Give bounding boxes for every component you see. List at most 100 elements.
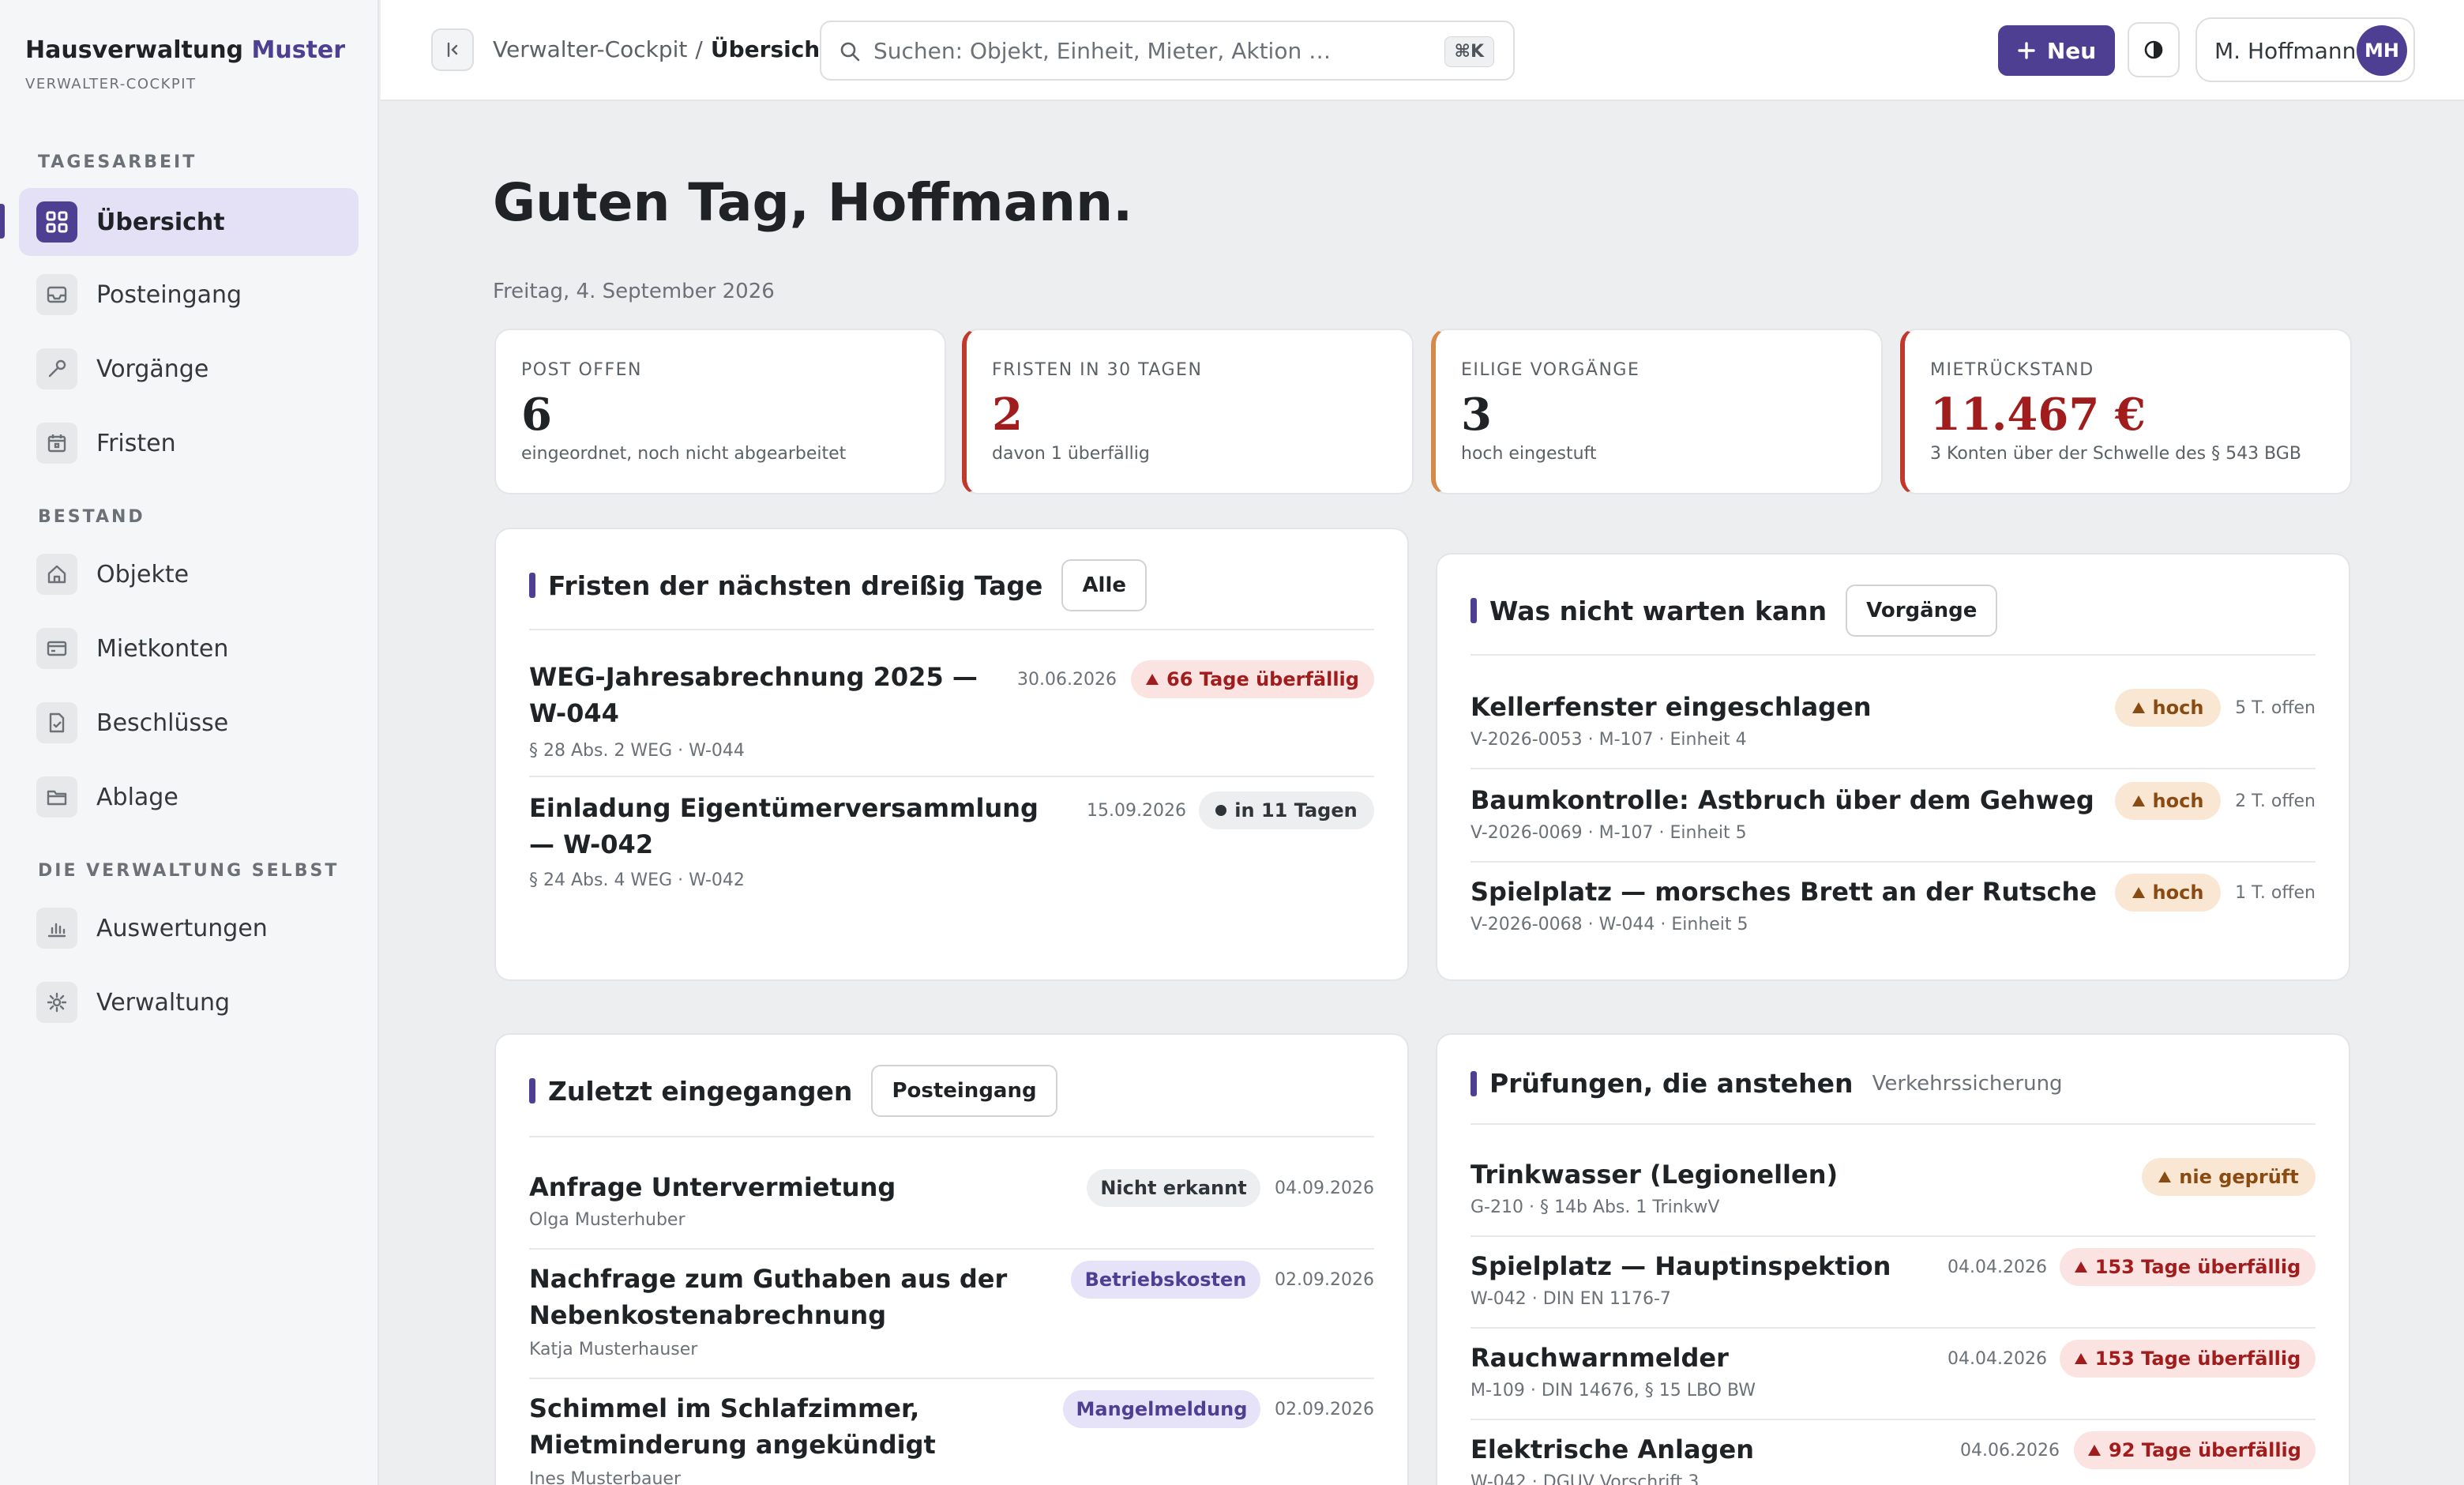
list-item[interactable]: Anfrage Untervermietung Olga Musterhuber… xyxy=(529,1169,1374,1261)
warning-icon xyxy=(2132,702,2145,713)
active-indicator xyxy=(0,204,5,239)
badge-label: 153 Tage überfällig xyxy=(2094,1348,2301,1370)
new-button[interactable]: Neu xyxy=(1998,25,2115,76)
priority-badge: hoch xyxy=(2115,782,2221,820)
row-title: Einladung Eigentümerversammlung — W-042 xyxy=(529,793,1039,859)
sidebar-item-label: Verwaltung xyxy=(96,988,231,1017)
warning-icon xyxy=(2088,1445,2102,1456)
sidebar-item-beschluesse[interactable]: Beschlüsse xyxy=(19,689,359,757)
row-separator xyxy=(1471,1235,2316,1237)
row-subtitle: § 28 Abs. 2 WEG · W-044 xyxy=(529,741,745,761)
breadcrumb-parent[interactable]: Verwalter-Cockpit xyxy=(493,36,687,62)
stat-value: 11.467 € xyxy=(1930,389,2146,441)
stat-card-mietrueckstand[interactable]: MIETRÜCKSTAND 11.467 € 3 Konten über der… xyxy=(1900,329,2352,494)
sidebar-item-verwaltung[interactable]: Verwaltung xyxy=(19,968,359,1036)
row-subtitle: Katja Musterhauser xyxy=(529,1340,698,1359)
brand-title: Hausverwaltung Muster xyxy=(25,36,345,64)
card-title: Fristen der nächsten dreißig Tage xyxy=(548,570,1043,601)
theme-toggle-button[interactable] xyxy=(2128,22,2180,77)
badge-label: 66 Tage überfällig xyxy=(1166,668,1359,690)
section-title-bestand: BESTAND xyxy=(38,507,145,527)
top-bar: Verwalter-Cockpit / Übersicht Suchen: Obje… xyxy=(381,0,2464,101)
category-badge: Betriebskosten xyxy=(1071,1261,1260,1299)
collapse-sidebar-button[interactable] xyxy=(431,28,474,71)
gear-icon xyxy=(35,982,79,1023)
sidebar-item-objekte[interactable]: Objekte xyxy=(19,540,359,608)
current-date: Freitag, 4. September 2026 xyxy=(493,280,775,303)
list-item[interactable]: Spielplatz — Hauptinspektion W-042 · DIN… xyxy=(1471,1248,2316,1340)
sidebar-item-fristen[interactable]: Fristen xyxy=(19,409,359,477)
row-title: Elektrische Anlagen xyxy=(1471,1434,1754,1464)
sidebar-item-label: Posteingang xyxy=(96,280,242,309)
sidebar-item-mietkonten[interactable]: Mietkonten xyxy=(19,615,359,682)
calendar-icon xyxy=(35,423,79,464)
status-badge: nie geprüft xyxy=(2142,1158,2316,1196)
deadlines-card: Fristen der nächsten dreißig Tage Alle W… xyxy=(494,528,1409,981)
row-title: Rauchwarnmelder xyxy=(1471,1343,1729,1373)
search-icon xyxy=(840,42,860,62)
search-input[interactable]: Suchen: Objekt, Einheit, Mieter, Aktion … xyxy=(820,21,1515,81)
inbox-button[interactable]: Posteingang xyxy=(871,1065,1057,1117)
list-item[interactable]: Elektrische Anlagen W-042 · DGUV Vorschr… xyxy=(1471,1431,2316,1485)
user-menu[interactable]: M. Hoffmann MH xyxy=(2195,17,2415,82)
stat-card-post-offen[interactable]: POST OFFEN 6 eingeordnet, noch nicht abg… xyxy=(494,329,946,494)
card-title: Prüfungen, die anstehen xyxy=(1489,1068,1854,1099)
breadcrumb-current: Übersicht xyxy=(710,36,831,62)
card-accent-bar xyxy=(529,1078,535,1103)
row-subtitle: V-2026-0068 · W-044 · Einheit 5 xyxy=(1471,915,1748,934)
row-title: Kellerfenster eingeschlagen xyxy=(1471,692,1872,722)
all-deadlines-button[interactable]: Alle xyxy=(1061,559,1147,611)
row-subtitle: V-2026-0053 · M-107 · Einheit 4 xyxy=(1471,730,1747,750)
list-item[interactable]: Spielplatz — morsches Brett an der Rutsc… xyxy=(1471,874,2316,953)
sidebar-item-posteingang[interactable]: Posteingang xyxy=(19,261,359,329)
folder-icon xyxy=(35,776,79,818)
sidebar-item-uebersicht[interactable]: Übersicht xyxy=(19,188,359,256)
stat-card-eilige-vorgaenge[interactable]: EILIGE VORGÄNGE 3 hoch eingestuft xyxy=(1431,329,1883,494)
row-age: 5 T. offen xyxy=(2235,698,2316,718)
row-separator xyxy=(1471,768,2316,769)
badge-label: 153 Tage überfällig xyxy=(2094,1256,2301,1278)
list-item[interactable]: Rauchwarnmelder M-109 · DIN 14676, § 15 … xyxy=(1471,1340,2316,1431)
list-item[interactable]: Schimmel im Schlafzimmer, Mietminderung … xyxy=(529,1390,1374,1485)
stat-card-fristen[interactable]: FRISTEN IN 30 TAGEN 2 davon 1 überfällig xyxy=(962,329,1414,494)
avatar: MH xyxy=(2357,25,2407,76)
badge-label: hoch xyxy=(2152,697,2204,719)
plus-icon xyxy=(2018,42,2035,59)
warning-icon xyxy=(2132,887,2145,898)
warning-icon xyxy=(2074,1353,2087,1364)
sidebar: Hausverwaltung Muster VERWALTER-COCKPIT … xyxy=(0,0,379,1485)
priority-badge: hoch xyxy=(2115,874,2221,912)
row-date: 02.09.2026 xyxy=(1275,1400,1374,1419)
bar-chart-icon xyxy=(35,908,79,949)
card-icon xyxy=(35,628,79,669)
sidebar-item-vorgaenge[interactable]: Vorgänge xyxy=(19,335,359,403)
card-header: Was nicht warten kann Vorgänge xyxy=(1471,585,1998,637)
list-item[interactable]: Trinkwasser (Legionellen) G-210 · § 14b … xyxy=(1471,1156,2316,1248)
sidebar-item-auswertungen[interactable]: Auswertungen xyxy=(19,894,359,962)
card-title: Zuletzt eingegangen xyxy=(548,1075,853,1107)
list-item[interactable]: Einladung Eigentümerversammlung — W-042 … xyxy=(529,790,1374,908)
list-item[interactable]: Kellerfenster eingeschlagen V-2026-0053 … xyxy=(1471,689,2316,780)
row-date: 04.09.2026 xyxy=(1275,1179,1374,1198)
divider xyxy=(1471,654,2316,656)
card-accent-bar xyxy=(529,573,535,598)
stat-note: 3 Konten über der Schwelle des § 543 BGB xyxy=(1930,444,2301,464)
row-date: 15.09.2026 xyxy=(1087,801,1186,821)
brand-subtitle: VERWALTER-COCKPIT xyxy=(25,76,197,92)
row-title: Spielplatz — Hauptinspektion xyxy=(1471,1251,1891,1281)
warning-icon xyxy=(2158,1171,2172,1182)
sidebar-item-ablage[interactable]: Ablage xyxy=(19,763,359,831)
list-item[interactable]: Nachfrage zum Guthaben aus der Nebenkost… xyxy=(529,1261,1374,1390)
row-title: Trinkwasser (Legionellen) xyxy=(1471,1160,1839,1190)
card-subtitle: Verkehrssicherung xyxy=(1872,1071,2063,1096)
divider xyxy=(529,1136,1374,1137)
list-item[interactable]: WEG-Jahresabrechnung 2025 — W-044 § 28 A… xyxy=(529,659,1374,777)
list-item[interactable]: Baumkontrolle: Astbruch über dem Gehweg … xyxy=(1471,782,2316,874)
status-badge: 153 Tage überfällig xyxy=(2060,1248,2316,1286)
processes-button[interactable]: Vorgänge xyxy=(1846,585,1998,637)
inspections-card: Prüfungen, die anstehen Verkehrssicherun… xyxy=(1436,1033,2350,1485)
row-separator xyxy=(529,1248,1374,1250)
badge-label: hoch xyxy=(2152,882,2204,904)
stat-label: MIETRÜCKSTAND xyxy=(1930,360,2094,380)
warning-icon xyxy=(1146,674,1159,685)
